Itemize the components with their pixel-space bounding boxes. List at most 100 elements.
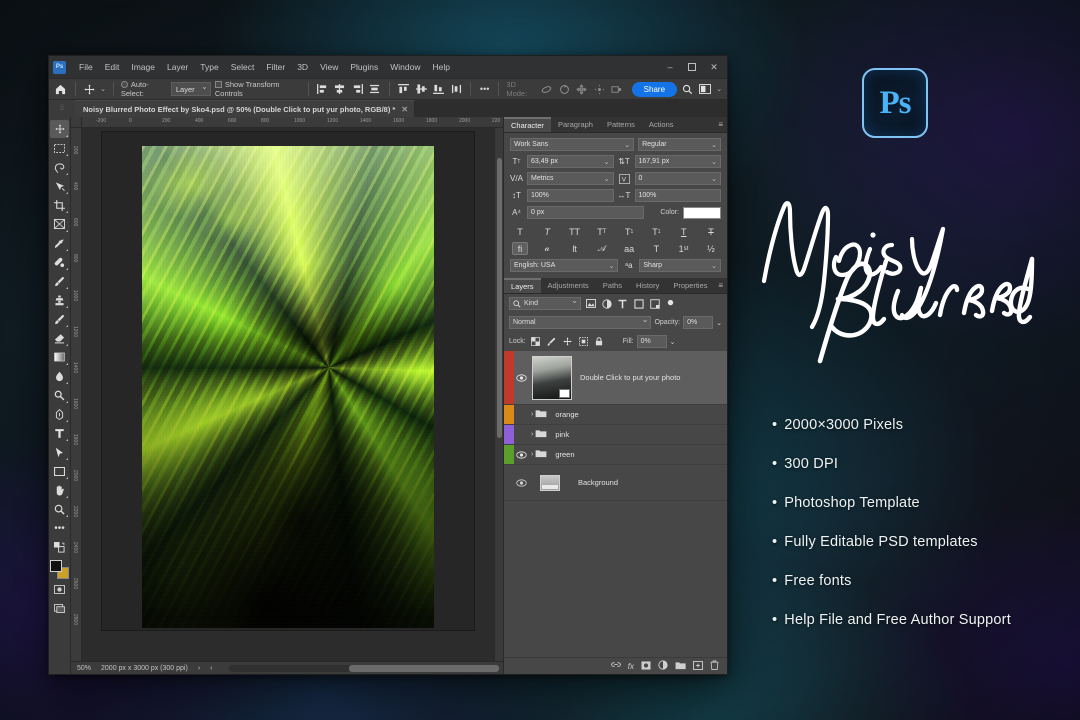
artboard[interactable] [102, 132, 474, 630]
delete-layer-icon[interactable] [710, 660, 719, 672]
align-left-icon[interactable] [315, 82, 329, 97]
eyedropper-tool[interactable] [50, 234, 69, 252]
text-color-swatch[interactable] [683, 207, 721, 219]
canvas-viewport[interactable] [82, 128, 494, 661]
smart-object-filter-icon[interactable] [648, 297, 661, 310]
lock-all-icon[interactable] [593, 335, 606, 348]
align-middle-icon[interactable] [414, 82, 428, 97]
ordinals-icon[interactable]: 1ˢᵗ [676, 242, 692, 255]
table-row[interactable]: Background [504, 465, 727, 501]
default-colors-icon[interactable] [50, 538, 69, 556]
oldstyle-icon[interactable]: aa [621, 242, 637, 255]
layer-name[interactable]: Double Click to put your photo [580, 373, 680, 382]
align-top-icon[interactable] [397, 82, 411, 97]
zoom-level[interactable]: 50% [77, 665, 91, 672]
shape-filter-icon[interactable] [632, 297, 645, 310]
type-tool[interactable] [50, 424, 69, 442]
document-tab[interactable]: Noisy Blurred Photo Effect by Sko4.psd @… [75, 100, 415, 117]
align-center-h-icon[interactable] [333, 82, 347, 97]
faux-bold-icon[interactable]: T [512, 225, 528, 238]
small-caps-icon[interactable]: TT [594, 225, 610, 238]
auto-select-dropdown[interactable]: Layer [171, 82, 211, 96]
lock-image-icon[interactable] [545, 335, 558, 348]
stylistic-alternates-icon[interactable]: T [648, 242, 664, 255]
maximize-icon[interactable] [681, 57, 703, 77]
layer-color-tag[interactable] [504, 425, 514, 444]
tab-patterns[interactable]: Patterns [600, 117, 642, 132]
layer-name[interactable]: green [555, 450, 574, 459]
fill-caret-icon[interactable]: ⌄ [670, 338, 676, 346]
type-filter-icon[interactable] [616, 297, 629, 310]
crop-tool[interactable] [50, 196, 69, 214]
workspace-caret-icon[interactable]: ⌄ [716, 85, 722, 93]
layer-filter-kind-select[interactable]: Kind [509, 297, 581, 310]
menu-help[interactable]: Help [426, 56, 455, 78]
canvas-photo[interactable] [142, 146, 434, 628]
foreground-color-swatch[interactable] [50, 560, 62, 572]
rectangular-marquee-tool[interactable] [50, 139, 69, 157]
distribute-v-icon[interactable] [449, 82, 463, 97]
edit-toolbar-tool[interactable]: ••• [50, 519, 69, 537]
new-group-icon[interactable] [675, 661, 686, 672]
font-style-select[interactable]: Regular⌄ [638, 138, 721, 151]
horizontal-ruler[interactable]: -200020040060080010001200140016001800200… [82, 117, 503, 128]
kerning-input[interactable]: Metrics⌄ [527, 172, 614, 185]
font-size-input[interactable]: 63,49 px⌄ [527, 155, 614, 168]
link-layers-icon[interactable] [611, 661, 621, 671]
faux-italic-icon[interactable]: T [539, 225, 555, 238]
tab-actions[interactable]: Actions [642, 117, 681, 132]
brush-tool[interactable] [50, 272, 69, 290]
move-tool[interactable] [50, 120, 69, 138]
leading-input[interactable]: 167,91 px⌄ [635, 155, 722, 168]
discretionary-ligatures-icon[interactable]: ſt [567, 242, 583, 255]
layer-style-fx-icon[interactable]: fx [628, 662, 634, 671]
tab-properties[interactable]: Properties [666, 278, 714, 293]
filter-toggle-icon[interactable] [664, 297, 677, 310]
layer-thumbnail[interactable] [540, 475, 560, 491]
tab-character[interactable]: Character [504, 117, 551, 132]
canvas-vertical-scrollbar[interactable] [494, 128, 503, 661]
path-selection-tool[interactable] [50, 443, 69, 461]
history-brush-tool[interactable] [50, 310, 69, 328]
menu-layer[interactable]: Layer [161, 56, 194, 78]
close-button[interactable]: ✕ [703, 57, 725, 77]
tab-adjustments[interactable]: Adjustments [541, 278, 596, 293]
canvas-horizontal-scrollbar[interactable] [229, 665, 479, 672]
screen-mode-icon[interactable] [50, 599, 69, 617]
layer-thumbnail[interactable] [532, 356, 572, 400]
lasso-tool[interactable] [50, 158, 69, 176]
panel-menu-icon[interactable]: ≡ [718, 282, 723, 290]
menu-3d[interactable]: 3D [291, 56, 314, 78]
eraser-tool[interactable] [50, 329, 69, 347]
table-row[interactable]: Double Click to put your photo [504, 351, 727, 405]
lock-position-icon[interactable] [561, 335, 574, 348]
chevron-right-icon[interactable]: › [531, 411, 533, 418]
layer-color-tag[interactable] [504, 445, 514, 464]
underline-icon[interactable]: T [676, 225, 692, 238]
layer-name[interactable]: Background [578, 478, 618, 487]
clone-stamp-tool[interactable] [50, 291, 69, 309]
table-row[interactable]: › orange [504, 405, 727, 425]
pen-tool[interactable] [50, 405, 69, 423]
zoom-tool[interactable] [50, 500, 69, 518]
subscript-icon[interactable]: T1 [648, 225, 664, 238]
tab-layers[interactable]: Layers [504, 278, 541, 293]
share-button[interactable]: Share [632, 82, 677, 97]
minimize-button[interactable]: – [659, 57, 681, 77]
menu-select[interactable]: Select [225, 56, 261, 78]
menu-type[interactable]: Type [194, 56, 224, 78]
font-family-select[interactable]: Work Sans⌄ [510, 138, 634, 151]
layer-color-tag[interactable] [504, 351, 514, 404]
language-select[interactable]: English: USA⌄ [510, 259, 618, 272]
panel-menu-icon[interactable]: ≡ [718, 121, 723, 129]
menu-window[interactable]: Window [384, 56, 426, 78]
menu-image[interactable]: Image [125, 56, 161, 78]
horizontal-scale-input[interactable]: 100% [635, 189, 722, 202]
tab-paths[interactable]: Paths [596, 278, 629, 293]
superscript-icon[interactable]: T1 [621, 225, 637, 238]
quick-mask-icon[interactable] [50, 580, 69, 598]
show-transform-checkbox[interactable]: Show Transform Controls [215, 80, 301, 98]
dodge-tool[interactable] [50, 386, 69, 404]
vertical-ruler[interactable]: 2004006008001000120014001600180020002200… [71, 128, 82, 661]
vertical-scale-input[interactable]: 100% [527, 189, 614, 202]
